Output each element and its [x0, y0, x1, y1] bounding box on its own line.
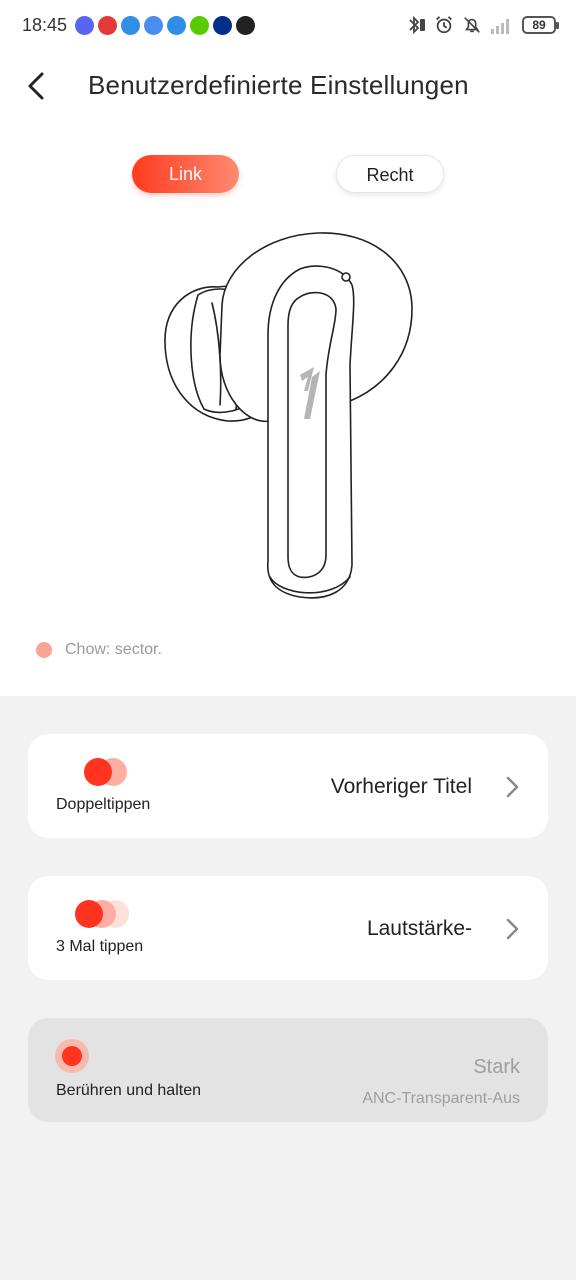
tab-left-earbud[interactable]: Link [132, 155, 239, 193]
gesture-label: Berühren und halten [56, 1082, 201, 1099]
page-title: Benutzerdefinierte Einstellungen [88, 70, 469, 100]
discord-icon [75, 16, 94, 35]
battery-indicator: 89 [522, 16, 559, 34]
gesture-touch-hold-card[interactable]: Berühren und halten Stark ANC-Transparen… [28, 1018, 548, 1122]
legend-text: Chow: sector. [65, 641, 162, 658]
signal-icon [491, 19, 509, 34]
chevron-right-icon [506, 776, 519, 798]
gesture-double-tap-card[interactable]: Doppeltippen Vorheriger Titel [28, 734, 548, 838]
status-bar: 18:45 89 [0, 0, 576, 52]
duolingo-icon [190, 16, 209, 35]
touch-hold-dot [62, 1046, 82, 1066]
gmail-icon [144, 16, 163, 35]
gesture-value: Lautstärke- [366, 917, 472, 940]
system-icons: 89 [406, 14, 559, 36]
gesture-value: Vorheriger Titel [330, 775, 472, 798]
gesture-label: Doppeltippen [56, 796, 151, 813]
legend-dot [36, 642, 52, 658]
camera-app-icon [236, 16, 255, 35]
status-time: 18:45 [22, 15, 68, 35]
earbud-illustration [164, 232, 413, 599]
chevron-right-icon [506, 918, 519, 940]
back-arrow-icon[interactable] [20, 66, 60, 106]
gesture-value: Stark [473, 1056, 520, 1078]
gesture-subvalue: ANC-Transparent-Aus [362, 1090, 520, 1107]
paypal-icon [213, 16, 232, 35]
bluetooth-vibrate-icon [409, 15, 425, 35]
warning-icon [167, 16, 186, 35]
gesture-triple-tap-card[interactable]: 3 Mal tippen Lautstärke- [28, 876, 548, 980]
heart-app-icon [98, 16, 117, 35]
gesture-label: 3 Mal tippen [56, 938, 144, 955]
puzzle-app-icon [121, 16, 140, 35]
alarm-icon [436, 16, 452, 34]
notification-icons [75, 16, 255, 35]
mute-bell-icon [464, 17, 480, 33]
tab-right-earbud[interactable]: Recht [336, 155, 444, 193]
